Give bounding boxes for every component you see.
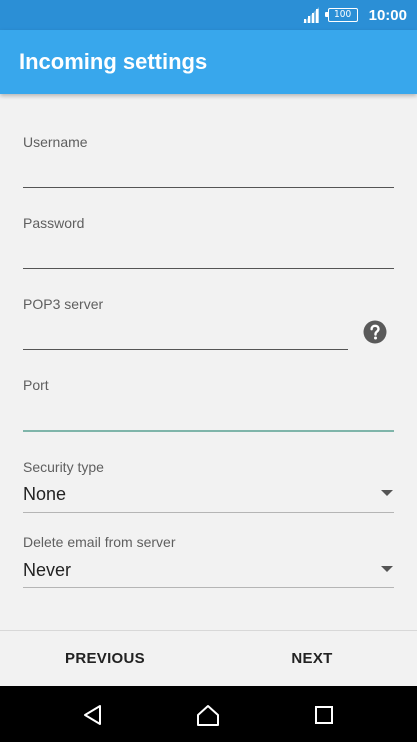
password-underline (23, 268, 394, 269)
chevron-down-icon (381, 490, 393, 496)
clock: 10:00 (368, 6, 407, 24)
username-input[interactable] (23, 158, 394, 186)
port-underline-focused (23, 430, 394, 432)
delete-email-value: Never (23, 560, 72, 580)
app-bar: Incoming settings (0, 30, 417, 94)
home-icon (197, 705, 219, 726)
next-button[interactable]: NEXT (208, 631, 416, 687)
back-icon (84, 705, 101, 725)
pop3-server-underline (23, 349, 348, 350)
username-label: Username (23, 134, 88, 150)
recents-icon (315, 706, 333, 724)
security-type-underline (23, 512, 394, 513)
password-label: Password (23, 215, 85, 231)
battery-level: 100 (334, 9, 352, 20)
username-underline (23, 187, 394, 188)
status-indicators: 100 10:00 (302, 5, 407, 25)
delete-email-underline (23, 587, 394, 588)
battery-icon: 100 (324, 8, 358, 22)
port-label: Port (23, 377, 49, 393)
port-input[interactable] (23, 401, 394, 429)
pop3-server-label: POP3 server (23, 296, 104, 312)
previous-button[interactable]: PREVIOUS (1, 631, 209, 687)
signal-icon (302, 7, 319, 23)
recents-button[interactable] (309, 700, 339, 730)
action-bar: PREVIOUS NEXT (0, 630, 417, 686)
page-title: Incoming settings (19, 49, 208, 74)
pop3-server-input[interactable] (23, 320, 348, 348)
back-button[interactable] (78, 700, 108, 730)
status-bar: 100 10:00 (0, 0, 417, 30)
security-type-value: None (23, 484, 67, 504)
chevron-down-icon (381, 566, 393, 572)
home-button[interactable] (193, 700, 223, 730)
security-type-select[interactable] (23, 460, 394, 512)
incoming-settings-screen: 100 10:00 Incoming settings Username Pas… (0, 0, 417, 742)
help-icon[interactable] (363, 320, 387, 344)
nav-bar (0, 686, 417, 742)
delete-email-select[interactable] (23, 536, 394, 588)
password-input[interactable] (23, 239, 394, 267)
